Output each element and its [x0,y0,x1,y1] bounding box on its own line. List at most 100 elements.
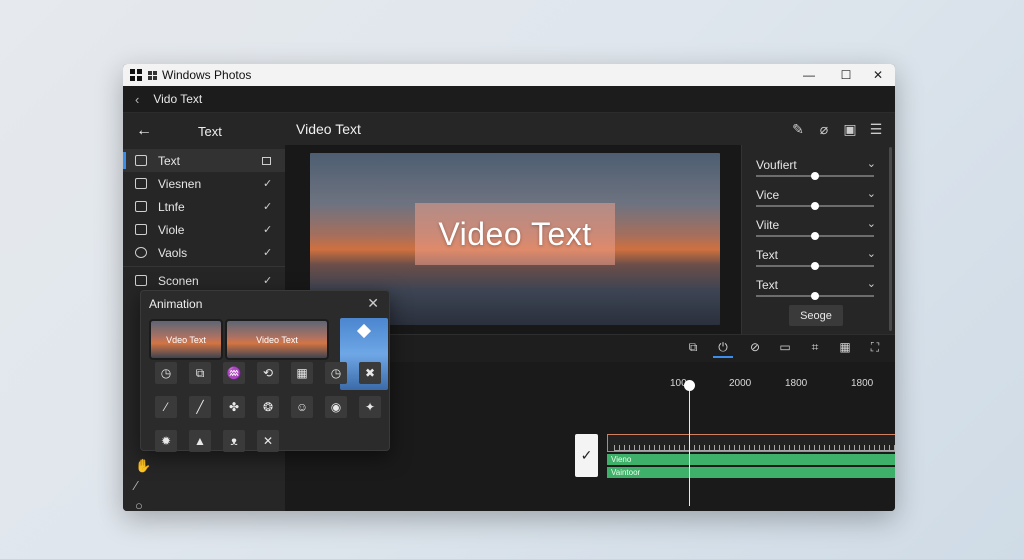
thumbnail-label: Vdeo Text [166,334,206,345]
effect-tile-icon[interactable]: ✤ [223,396,245,418]
property-label: Text [756,278,779,292]
back-chevron-icon[interactable]: ‹ [135,92,139,107]
ruler-label: 2000 [729,378,752,389]
effect-tile-icon[interactable]: ✹ [155,430,177,452]
sidebar-item-label: Ltnfe [158,199,185,214]
split-icon[interactable]: ⧉ [683,340,703,358]
maximize-button[interactable]: ☐ [829,64,863,86]
playhead[interactable] [684,380,695,506]
animation-thumbnail[interactable]: Vdeo Text [149,319,223,360]
text-track[interactable]: Vaintoor [607,467,895,478]
slider-track[interactable] [756,202,874,210]
chevron-down-icon[interactable]: ⌄ [867,217,876,230]
back-arrow-icon[interactable]: ← [136,122,198,140]
no-image-icon[interactable]: ⊘ [745,340,765,358]
film-icon[interactable]: ▦ [835,340,855,358]
slider-track[interactable] [756,262,874,270]
sidebar-item-label: Viole [158,222,185,237]
menu-icon[interactable]: ☰ [863,121,889,138]
animation-thumbnail[interactable]: Video Text [225,319,329,360]
effect-tile-icon[interactable]: ⟲ [257,362,279,384]
effect-tile-icon[interactable]: ✕ [257,430,279,452]
apply-button[interactable]: Seoge [789,305,843,326]
scene-icon [135,275,147,286]
chevron-down-icon[interactable]: ⌄ [867,187,876,200]
property-label: Text [756,248,779,262]
effect-tile-icon[interactable]: ⁄ [155,396,177,418]
sidebar-item-text[interactable]: Text [123,149,285,172]
slash-icon[interactable]: ⁄ [135,478,137,493]
effect-tile-icon[interactable]: ◷ [325,362,347,384]
audio-waveform-track[interactable] [607,434,895,452]
minimize-button[interactable]: — [792,64,826,86]
windows-logo-icon [130,69,142,81]
effect-tile-icon[interactable]: ◉ [325,396,347,418]
effect-tile-icon[interactable]: ♒ [223,362,245,384]
playhead-handle[interactable] [684,380,695,391]
close-icon[interactable]: ✕ [367,295,379,312]
slider-track[interactable] [756,292,874,300]
diamond-icon [356,323,372,339]
sidebar-item-vaols[interactable]: Vaols ✓ [123,241,285,264]
slider-knob[interactable] [811,232,819,240]
circle-outline-icon[interactable]: ○ [135,498,143,511]
crop-frame-icon[interactable]: ⌗ [805,340,825,358]
effect-tile-icon[interactable]: ᴥ [223,430,245,452]
slider-knob[interactable] [811,262,819,270]
animation-panel: Animation ✕ Vdeo Text Video Text ◷ ⧉ ♒ ⟲ ▦ ◷ ✖… [140,290,390,452]
eraser-icon[interactable]: ⌀ [811,121,837,138]
effect-tile-icon[interactable]: ☺ [291,396,313,418]
slider-knob[interactable] [811,202,819,210]
chevron-down-icon[interactable]: ⌄ [867,247,876,260]
breadcrumb-title: Vido Text [153,92,203,106]
confirm-check-button[interactable]: ✓ [575,434,598,477]
effect-tile-icon[interactable]: ▲ [189,430,211,452]
effect-tile-icon[interactable]: ╱ [189,396,211,418]
checkmark-icon: ✓ [263,178,273,190]
property-slider-row[interactable]: Vice ⌄ [756,187,876,217]
sidebar-header: ← Text [123,113,285,149]
close-button[interactable]: ✕ [861,64,895,86]
slider-knob[interactable] [811,292,819,300]
toggle-square-icon[interactable] [262,156,271,165]
slider-knob[interactable] [811,172,819,180]
video-track[interactable]: Vieno [607,454,895,465]
property-label: Viite [756,218,780,232]
effect-tile-icon[interactable]: ▦ [291,362,313,384]
effect-tile-icon[interactable]: ◷ [155,362,177,384]
slider-track[interactable] [756,172,874,180]
effect-tile-icon[interactable]: ⧉ [189,362,211,384]
text-overlay[interactable]: Video Text [415,203,615,265]
property-slider-row[interactable]: Text ⌄ [756,277,876,307]
thumbnail-label: Video Text [256,334,298,345]
property-label: Vice [756,188,780,202]
property-label: Voufiert [756,158,797,172]
effect-tile-icon[interactable]: ✖ [359,362,381,384]
sidebar-item-sconen[interactable]: Sconen ✓ [123,269,285,292]
sidebar-item-ltnfe[interactable]: Ltnfe ✓ [123,195,285,218]
power-icon[interactable]: ⏻ [713,340,733,358]
hand-icon[interactable]: ✋ [135,458,151,474]
properties-panel: Voufiert ⌄ Vice ⌄ Viite ⌄ Text ⌄ Text ⌄ Seoge [741,145,895,334]
window-title: Windows Photos [162,68,252,82]
sidebar-item-viesnen[interactable]: Viesnen ✓ [123,172,285,195]
effect-tile-icon[interactable]: ✦ [359,396,381,418]
chevron-down-icon[interactable]: ⌄ [867,277,876,290]
sidebar-item-viole[interactable]: Viole ✓ [123,218,285,241]
chevron-down-icon[interactable]: ⌄ [867,157,876,170]
scrollbar[interactable] [889,147,892,331]
checkmark-icon: ✓ [263,275,273,287]
pen-icon[interactable]: ✎ [785,121,811,138]
property-slider-row[interactable]: Viite ⌄ [756,217,876,247]
property-slider-row[interactable]: Voufiert ⌄ [756,157,876,187]
circle-icon [135,247,147,258]
monitor-icon[interactable]: ▭ [775,340,795,358]
nav-bar: ‹ Vido Text [123,86,895,113]
effect-tile-icon[interactable]: ❂ [257,396,279,418]
frame-icon[interactable]: ▣ [837,121,863,138]
slider-track[interactable] [756,232,874,240]
fullscreen-icon[interactable]: ⛶ [865,340,885,358]
crop-icon [135,201,147,212]
waveform-ticks [614,445,895,451]
property-slider-row[interactable]: Text ⌄ [756,247,876,277]
